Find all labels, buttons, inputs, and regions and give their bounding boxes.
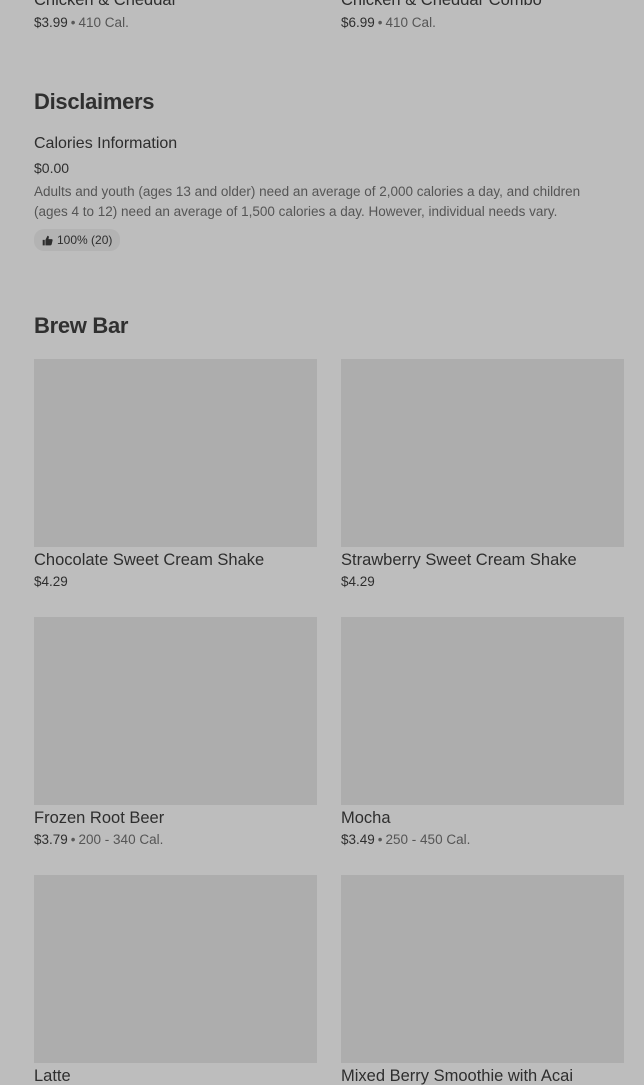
thumbs-up-icon <box>42 235 53 246</box>
item-image <box>34 359 317 547</box>
menu-row-partial: Chicken & Cheddar $3.99 • 410 Cal. Chicken… <box>0 0 644 50</box>
item-meta: $4.29 <box>34 573 317 591</box>
item-price: $3.79 <box>34 832 68 847</box>
menu-item-card[interactable]: Frozen Root Beer $3.79 • 200 - 340 Cal. <box>34 617 317 849</box>
item-meta: $6.99 • 410 Cal. <box>341 14 624 32</box>
item-name: Calories Information <box>34 135 178 152</box>
section-title-disclaimers: Disclaimers <box>34 89 155 114</box>
item-image <box>34 875 317 1063</box>
menu-item-card[interactable]: Chicken & Cheddar Combo $6.99 • 410 Cal. <box>341 0 624 32</box>
item-price: $4.29 <box>341 574 375 589</box>
menu-item-card[interactable]: Chocolate Sweet Cream Shake $4.29 <box>34 359 317 591</box>
item-price: $3.99 <box>34 15 68 30</box>
item-calories: 410 Cal. <box>385 15 436 30</box>
item-image <box>341 875 624 1063</box>
item-meta: $4.29 <box>341 573 624 591</box>
item-name: Mixed Berry Smoothie with Acai <box>341 1067 574 1085</box>
item-name: Mocha <box>341 809 391 827</box>
item-name: Latte <box>34 1067 71 1085</box>
item-price: $6.99 <box>341 15 375 30</box>
item-calories: 200 - 340 Cal. <box>78 832 164 847</box>
menu-item-card[interactable]: Strawberry Sweet Cream Shake $4.29 <box>341 359 624 591</box>
item-image <box>34 617 317 805</box>
rating-text: 100% (20) <box>57 233 113 247</box>
separator-dot: • <box>377 15 383 30</box>
item-image <box>341 359 624 547</box>
rating-badge: 100% (20) <box>34 229 121 251</box>
item-image <box>341 617 624 805</box>
menu-item-card[interactable]: Mocha $3.49 • 250 - 450 Cal. <box>341 617 624 849</box>
item-name: Chicken & Cheddar Combo <box>341 0 542 9</box>
item-price: $3.49 <box>341 832 375 847</box>
item-meta: $3.49 • 250 - 450 Cal. <box>341 831 624 849</box>
separator-dot: • <box>70 832 76 847</box>
item-name: Frozen Root Beer <box>34 809 165 827</box>
item-name: Chocolate Sweet Cream Shake <box>34 551 265 569</box>
item-name: Chicken & Cheddar <box>34 0 178 9</box>
menu-item-card[interactable]: Mixed Berry Smoothie with Acai <box>341 875 624 1085</box>
item-description: Adults and youth (ages 13 and older) nee… <box>34 184 581 219</box>
menu-page: Chicken & Cheddar $3.99 • 410 Cal. Chicken… <box>0 0 644 1085</box>
separator-dot: • <box>70 15 76 30</box>
separator-dot: • <box>377 832 383 847</box>
menu-item-card[interactable]: Latte <box>34 875 317 1085</box>
item-price: $4.29 <box>34 574 68 589</box>
item-meta: $3.79 • 200 - 340 Cal. <box>34 831 317 849</box>
menu-item-card[interactable]: Chicken & Cheddar $3.99 • 410 Cal. <box>34 0 317 32</box>
item-meta: $3.99 • 410 Cal. <box>34 14 317 32</box>
section-title-brew-bar: Brew Bar <box>34 313 129 338</box>
disclaimer-item[interactable]: Calories Information $0.00 Adults and yo… <box>34 134 614 251</box>
item-calories: 410 Cal. <box>78 15 129 30</box>
item-name: Strawberry Sweet Cream Shake <box>341 551 577 569</box>
item-calories: 250 - 450 Cal. <box>385 832 471 847</box>
item-price: $0.00 <box>34 160 70 176</box>
